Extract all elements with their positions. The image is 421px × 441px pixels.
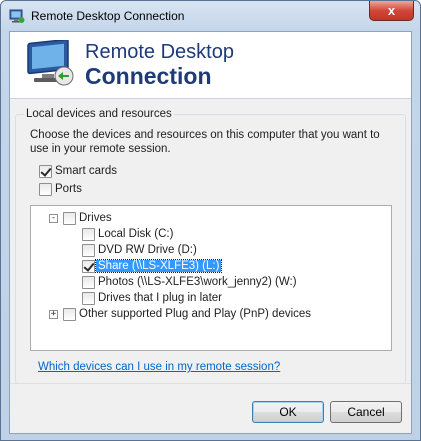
drive-label[interactable]: DVD RW Drive (D:) bbox=[98, 244, 197, 256]
group-label: Local devices and resources bbox=[24, 108, 174, 120]
remote-desktop-logo-icon bbox=[27, 40, 74, 86]
devices-tree[interactable]: - Drives Local Disk (C:) DVD RW Drive (D… bbox=[30, 205, 392, 351]
drive-checkbox[interactable] bbox=[82, 276, 95, 289]
banner-divider bbox=[10, 98, 411, 100]
drives-expander[interactable]: - bbox=[49, 214, 58, 223]
ports-label[interactable]: Ports bbox=[55, 183, 82, 195]
drive-label-selected[interactable]: Share (\\LS-XLFE3) (L:) bbox=[94, 259, 223, 273]
pnp-label[interactable]: Other supported Plug and Play (PnP) devi… bbox=[79, 308, 311, 320]
ports-checkbox[interactable] bbox=[39, 183, 52, 196]
drives-label[interactable]: Drives bbox=[79, 212, 112, 224]
pnp-checkbox[interactable] bbox=[63, 308, 76, 321]
drive-label[interactable]: Local Disk (C:) bbox=[98, 228, 173, 240]
pnp-expander[interactable]: + bbox=[49, 310, 58, 319]
drives-checkbox[interactable] bbox=[63, 212, 76, 225]
banner: Remote Desktop Connection bbox=[10, 32, 411, 98]
drive-checkbox[interactable] bbox=[82, 244, 95, 257]
banner-title-line1: Remote Desktop bbox=[85, 41, 234, 63]
smart-cards-label[interactable]: Smart cards bbox=[55, 165, 117, 177]
drive-label[interactable]: Photos (\\LS-XLFE3\work_jenny2) (W:) bbox=[98, 276, 297, 288]
drive-checkbox[interactable] bbox=[82, 292, 95, 305]
remote-desktop-icon bbox=[9, 9, 25, 23]
close-button[interactable]: x bbox=[369, 1, 414, 21]
window-title: Remote Desktop Connection bbox=[31, 9, 185, 23]
title-bar[interactable]: Remote Desktop Connection x bbox=[1, 1, 420, 31]
drive-checkbox[interactable] bbox=[82, 228, 95, 241]
cancel-button[interactable]: Cancel bbox=[330, 401, 402, 423]
smart-cards-checkbox[interactable] bbox=[39, 165, 52, 178]
ok-button[interactable]: OK bbox=[252, 401, 324, 423]
banner-title-line2: Connection bbox=[85, 63, 212, 89]
footer-divider bbox=[10, 383, 411, 384]
help-link[interactable]: Which devices can I use in my remote ses… bbox=[38, 361, 280, 373]
dialog-window: Remote Desktop Connection x Remote Deskt… bbox=[0, 0, 421, 441]
drive-checkbox[interactable] bbox=[82, 260, 95, 273]
drive-label[interactable]: Drives that I plug in later bbox=[98, 292, 222, 304]
dialog-body: Remote Desktop Connection Local devices … bbox=[9, 31, 412, 434]
group-description: Choose the devices and resources on this… bbox=[30, 129, 380, 155]
